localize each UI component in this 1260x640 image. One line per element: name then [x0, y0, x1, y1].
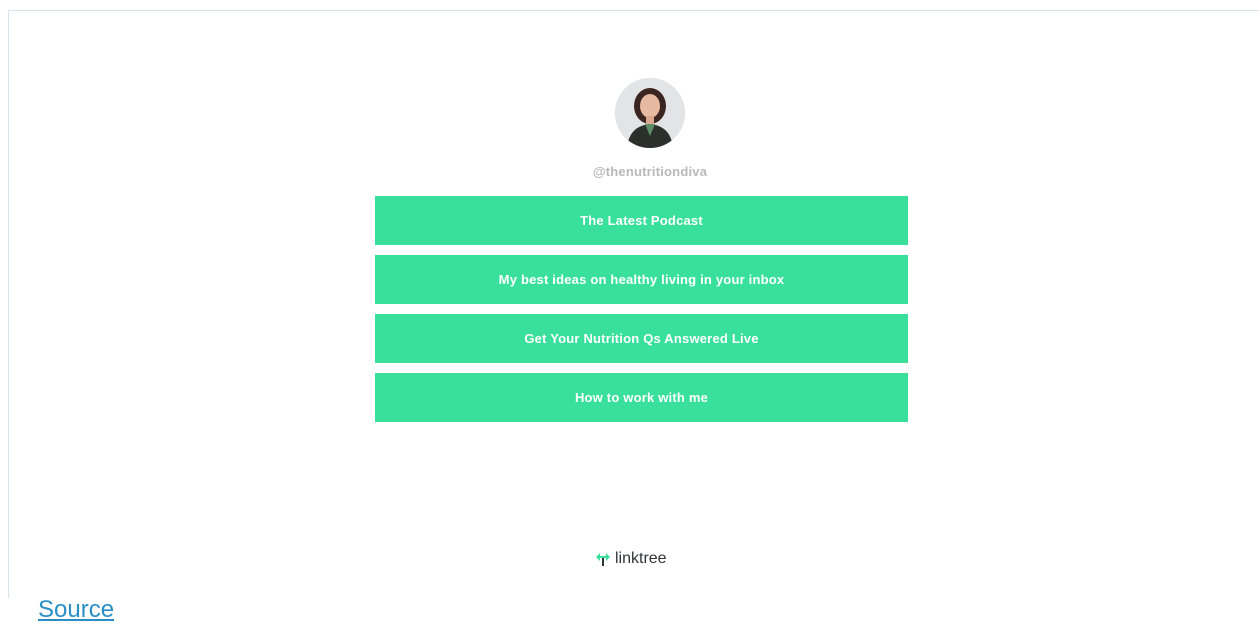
link-button-latest-podcast[interactable]: The Latest Podcast — [375, 196, 908, 245]
link-button-live-qa[interactable]: Get Your Nutrition Qs Answered Live — [375, 314, 908, 363]
link-button-newsletter[interactable]: My best ideas on healthy living in your … — [375, 255, 908, 304]
linktree-logo[interactable]: linktree — [594, 548, 667, 570]
linktree-logo-text: linktree — [615, 550, 667, 567]
profile-photo-icon — [615, 78, 685, 148]
link-button-work-with-me[interactable]: How to work with me — [375, 373, 908, 422]
link-list: The Latest Podcast My best ideas on heal… — [375, 196, 908, 432]
source-link[interactable]: Source — [38, 596, 114, 624]
linktree-icon — [596, 553, 610, 566]
avatar — [615, 78, 685, 148]
profile-handle: @thenutritiondiva — [592, 164, 708, 179]
